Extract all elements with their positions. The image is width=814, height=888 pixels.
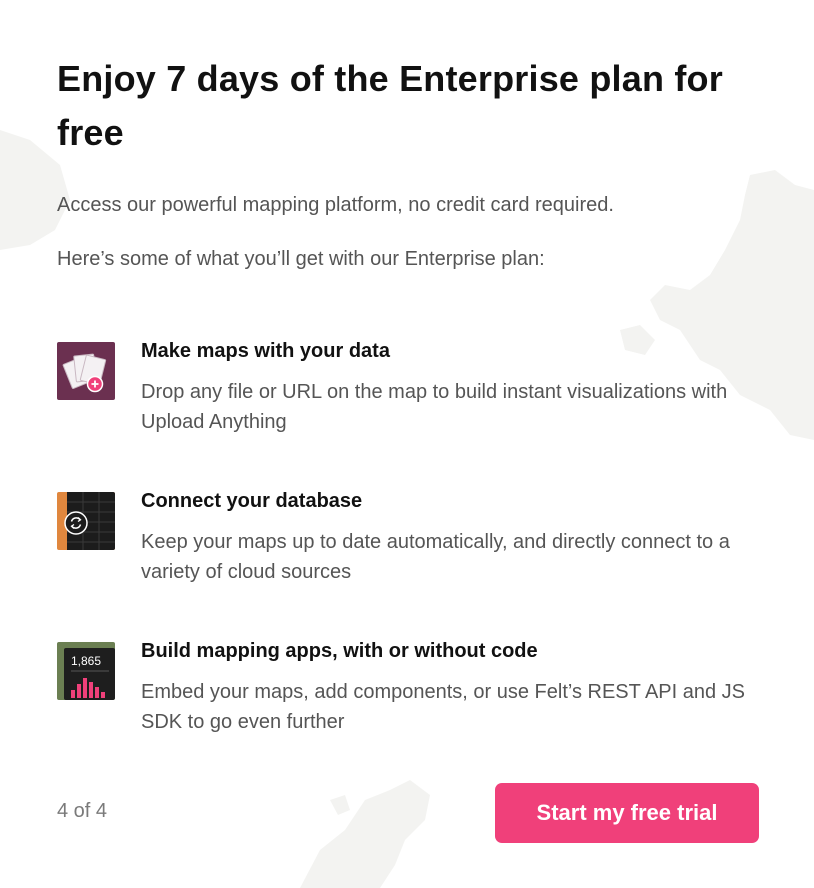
- feature-database: Connect your database Keep your maps up …: [57, 490, 759, 590]
- feature-description: Drop any file or URL on the map to build…: [141, 381, 728, 433]
- feature-description: Embed your maps, add components, or use …: [141, 681, 746, 733]
- database-sync-icon: [57, 492, 115, 550]
- intro-text: Access our powerful mapping platform, no…: [57, 194, 614, 216]
- feature-apps: 1,865 Build mapping apps, with or withou…: [57, 640, 759, 740]
- feature-description: Keep your maps up to date automatically,…: [141, 531, 730, 583]
- app-chart-icon: 1,865: [57, 642, 115, 700]
- dialog-title: Enjoy 7 days of the Enterprise plan for …: [57, 58, 723, 153]
- start-trial-button[interactable]: Start my free trial: [495, 783, 759, 843]
- upload-files-icon: [57, 342, 115, 400]
- feature-title: Make maps with your data: [141, 340, 390, 362]
- plan-intro-text: Here’s some of what you’ll get with our …: [57, 248, 545, 270]
- feature-title: Build mapping apps, with or without code: [141, 640, 538, 662]
- step-indicator: 4 of 4: [57, 800, 108, 822]
- feature-title: Connect your database: [141, 490, 363, 512]
- feature-upload: Make maps with your data Drop any file o…: [57, 340, 759, 440]
- thumb-value: 1,865: [71, 654, 101, 668]
